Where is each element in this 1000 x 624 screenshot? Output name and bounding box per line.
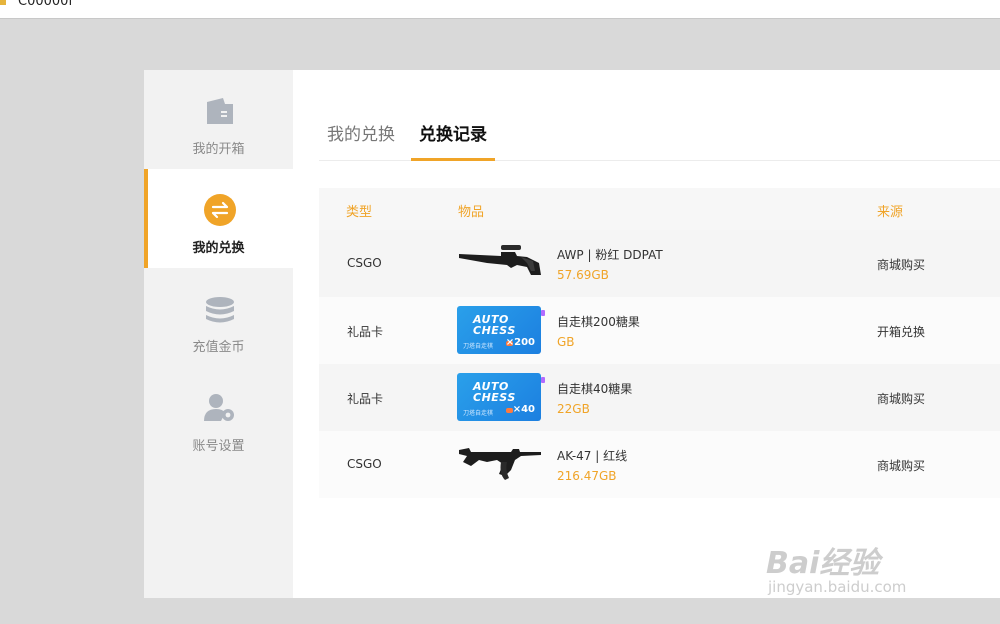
watermark-brand: Bai经验 [766,546,880,581]
watermark-url: jingyan.baidu.com [768,578,907,596]
row-item-name: AWP | 粉红 DDPAT [557,248,663,262]
header-source: 来源 [877,205,904,220]
row-type: CSGO [347,256,382,270]
ak47-rifle-icon [459,448,541,480]
table-row: CSGO AWP | 粉红 DDPAT 57.69GB 商城购买 [319,230,1000,297]
header-type: 类型 [346,205,373,220]
table-row: CSGO AK-47 | 红线 216.47GB 商城购买 [319,431,1000,498]
row-type: 礼品卡 [347,325,384,339]
window-title: C00000f [18,0,74,9]
row-type: 礼品卡 [347,392,384,406]
sidebar-item-label: 账号设置 [192,439,245,454]
awp-rifle-icon [459,245,541,275]
row-type: CSGO [347,457,382,471]
row-item-price: 22GB [557,402,590,416]
row-item-name: AK-47 | 红线 [557,449,628,463]
card-logo: AUTO CHESS [473,380,516,404]
sidebar-item-label: 充值金币 [192,340,245,355]
sidebar-item-account-settings[interactable]: 账号设置 [144,367,293,466]
tab-my-exchange[interactable]: 我的兑换 [327,120,395,160]
row-item-name: 自走棋40糖果 [557,382,633,396]
header-item: 物品 [458,205,485,220]
card-logo: AUTO CHESS [473,313,516,337]
table-row: 礼品卡 AUTO CHESS 刀塔自走棋 ×200 自走棋200糖果 GB 开箱兑… [319,297,1000,364]
coins-icon [206,297,234,323]
sidebar-item-recharge[interactable]: 充值金币 [144,268,293,367]
row-item-price: 216.47GB [557,469,617,483]
user-settings-icon [204,394,234,421]
row-source: 商城购买 [877,459,926,473]
card-quantity: ×200 [505,337,535,348]
tab-exchange-records[interactable]: 兑换记录 [411,120,495,161]
row-source: 商城购买 [877,258,926,272]
exchange-icon [204,194,236,226]
baidu-jingyan-watermark: Bai经验 jingyan.baidu.com [766,520,946,600]
auto-chess-card-icon: AUTO CHESS 刀塔自走棋 ×40 [457,373,545,421]
row-item-price: 57.69GB [557,268,609,282]
tab-bar: 我的兑换 兑换记录 [319,100,1000,161]
box-icon [207,98,233,124]
sidebar-item-my-exchange[interactable]: 我的兑换 [144,169,293,268]
row-source: 商城购买 [877,392,926,406]
card-subtitle: 刀塔自走棋 [463,410,494,417]
sidebar-item-my-boxes[interactable]: 我的开箱 [144,70,293,169]
exchange-table: 类型 物品 来源 CSGO AWP | 粉红 DDPAT 57.69GB 商城购… [319,188,1000,498]
row-item-name: 自走棋200糖果 [557,315,640,329]
card-quantity: ×40 [512,404,535,415]
sidebar-item-label: 我的开箱 [192,142,245,157]
table-row: 礼品卡 AUTO CHESS 刀塔自走棋 ×40 自走棋40糖果 22GB 商城购… [319,364,1000,431]
folder-icon [0,0,6,5]
card-subtitle: 刀塔自走棋 [463,343,494,350]
window-titlebar: C00000f [0,0,1000,19]
sidebar-item-label: 我的兑换 [192,241,245,256]
table-header: 类型 物品 来源 [319,188,1000,230]
sidebar: 我的开箱 我的兑换 充值金币 账号设置 [144,70,293,598]
row-item-price: GB [557,335,575,349]
auto-chess-card-icon: AUTO CHESS 刀塔自走棋 ×200 [457,306,545,354]
row-source: 开箱兑换 [877,325,926,339]
